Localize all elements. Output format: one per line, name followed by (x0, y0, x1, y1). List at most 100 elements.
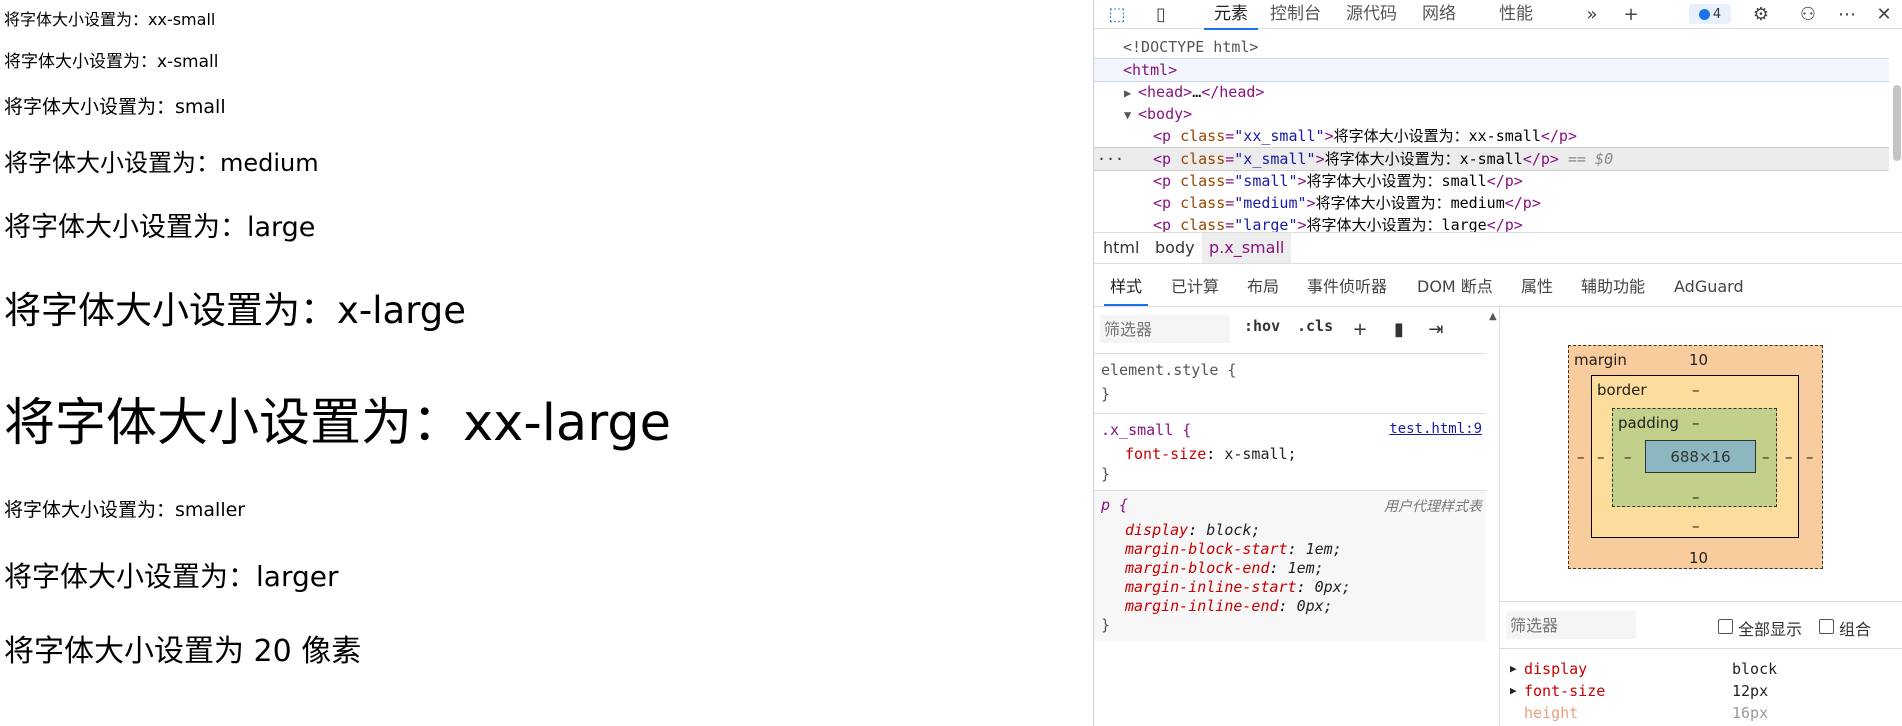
padding-bottom-value[interactable]: – (1692, 488, 1700, 506)
rule-prop-value: x-small; (1224, 445, 1297, 463)
subtab-accessibility[interactable]: 辅助功能 (1581, 270, 1645, 304)
expand-triangle-icon[interactable]: ▶ (1510, 658, 1517, 680)
rule-source-link[interactable]: test.html:9 (1389, 421, 1482, 437)
attr-value: "xx_small" (1234, 127, 1325, 145)
rule-declaration[interactable]: font-size: x-small; (1125, 445, 1297, 463)
head-close-tag: </head> (1201, 83, 1265, 101)
breadcrumb-body[interactable]: body (1148, 233, 1202, 263)
margin-right-value[interactable]: – (1806, 448, 1814, 466)
border-bottom-value[interactable]: – (1692, 517, 1700, 535)
padding-right-value[interactable]: – (1762, 448, 1770, 466)
preview-line-larger: 将字体大小设置为：larger (4, 560, 339, 593)
scroll-up-arrow-icon[interactable]: ▲ (1489, 311, 1497, 322)
computed-prop-row[interactable]: ▶ font-size 12px (1510, 680, 1890, 702)
border-top-value[interactable]: – (1692, 381, 1700, 399)
node-text: 将字体大小设置为：small (1306, 172, 1487, 190)
element-style-selector[interactable]: element.style { (1101, 361, 1236, 379)
computed-pane: 688×16 margin 10 10 – – border – – – – p… (1500, 307, 1902, 726)
tab-network[interactable]: 网络 (1422, 2, 1456, 28)
node-text: 将字体大小设置为：xx-small (1333, 127, 1541, 145)
issues-count: 4 (1712, 6, 1722, 22)
styles-filter-input[interactable] (1100, 315, 1230, 343)
padding-left-value[interactable]: – (1624, 448, 1632, 466)
subtab-styles[interactable]: 样式 (1104, 270, 1149, 306)
computed-prop-name: height (1524, 704, 1579, 722)
toggle-sidebar-icon[interactable]: ⇥ (1424, 317, 1448, 341)
more-options-icon[interactable]: ⋯ (1836, 3, 1858, 25)
dom-p-row-selected[interactable]: ··· <p class="x_small">将字体大小设置为：x-small<… (1094, 147, 1889, 171)
computed-prop-row[interactable]: height 16px (1510, 702, 1890, 724)
tab-sources[interactable]: 源代码 (1346, 2, 1397, 28)
preview-line-xx-large: 将字体大小设置为：xx-large (4, 394, 672, 453)
border-right-value[interactable]: – (1785, 448, 1793, 466)
computed-prop-value: 12px (1732, 682, 1769, 700)
tab-elements[interactable]: 元素 (1204, 2, 1258, 30)
inspect-element-icon[interactable]: ⬚ (1106, 3, 1128, 25)
dom-p-row[interactable]: <p class="xx_small">将字体大小设置为：xx-small</p… (1094, 125, 1889, 147)
collapse-triangle-icon[interactable]: ▼ (1124, 104, 1138, 126)
close-devtools-icon[interactable]: ✕ (1873, 3, 1895, 25)
hov-button[interactable]: :hov (1244, 317, 1280, 335)
attr-value: "x_small" (1234, 150, 1316, 168)
rule-close-brace: } (1101, 616, 1111, 634)
expand-triangle-icon[interactable]: ▶ (1510, 680, 1517, 702)
new-rule-icon[interactable]: + (1348, 317, 1372, 341)
tab-console[interactable]: 控制台 (1270, 2, 1321, 28)
dom-tree: <!DOCTYPE html> <html> ▶ <head>…</head> ▼… (1094, 31, 1902, 232)
settings-gear-icon[interactable]: ⚙ (1750, 3, 1772, 25)
ua-label: 用户代理样式表 (1384, 499, 1482, 515)
preview-line-large: 将字体大小设置为：large (4, 212, 316, 243)
gutter-dots: ··· (1097, 150, 1125, 168)
computed-filter-input[interactable] (1506, 611, 1636, 639)
preview-line-smaller: 将字体大小设置为：smaller (4, 499, 246, 521)
dom-head-node[interactable]: ▶ <head>…</head> (1094, 81, 1889, 103)
cls-button[interactable]: .cls (1297, 317, 1333, 335)
computed-filter-bar: 全部显示 组合 (1500, 601, 1902, 649)
preview-line-xx-small: 将字体大小设置为：xx-small (4, 10, 216, 29)
margin-bottom-value[interactable]: 10 (1689, 549, 1708, 567)
paint-brush-icon[interactable]: ▮ (1387, 317, 1411, 341)
breadcrumb-p-x-small[interactable]: p.x_small (1202, 233, 1292, 263)
dom-p-row[interactable]: <p class="medium">将字体大小设置为：medium</p> (1094, 192, 1889, 214)
issues-badge[interactable]: 4 (1689, 4, 1731, 24)
padding-top-value[interactable]: – (1692, 414, 1700, 432)
subtab-adguard[interactable]: AdGuard (1674, 270, 1744, 304)
subtab-properties[interactable]: 属性 (1521, 270, 1553, 304)
tab-performance[interactable]: 性能 (1499, 2, 1533, 28)
selected-marker: == $0 (1567, 150, 1614, 168)
more-tabs-icon[interactable]: » (1581, 3, 1603, 25)
ua-declaration: display: block; (1125, 521, 1261, 539)
box-model-content[interactable]: 688×16 (1645, 440, 1756, 473)
dom-p-row[interactable]: <p class="large">将字体大小设置为：large</p> (1094, 214, 1889, 232)
breadcrumb-html[interactable]: html (1096, 233, 1146, 263)
rule-selector[interactable]: .x_small { (1101, 421, 1191, 439)
html-tag: <html> (1123, 61, 1178, 79)
dom-doctype[interactable]: <!DOCTYPE html> (1094, 36, 1889, 58)
issues-icon (1698, 8, 1710, 20)
subtab-dom-breakpoints[interactable]: DOM 断点 (1417, 270, 1493, 304)
dom-scrollbar[interactable] (1893, 85, 1901, 161)
subtab-event-listeners[interactable]: 事件侦听器 (1307, 270, 1387, 304)
subtab-layout[interactable]: 布局 (1247, 270, 1279, 304)
attr-value: "small" (1234, 172, 1298, 190)
page-preview: 将字体大小设置为：xx-small 将字体大小设置为：x-small 将字体大小… (0, 0, 1093, 726)
margin-left-value[interactable]: – (1577, 448, 1585, 466)
group-label: 组合 (1839, 620, 1872, 639)
styles-subtabs: 样式 已计算 布局 事件侦听器 DOM 断点 属性 辅助功能 AdGuard (1094, 270, 1902, 307)
computed-prop-row[interactable]: ▶ display block (1510, 658, 1890, 680)
margin-top-value[interactable]: 10 (1689, 351, 1708, 369)
dom-body-node[interactable]: ▼ <body> (1094, 103, 1889, 125)
border-left-value[interactable]: – (1597, 448, 1605, 466)
expand-triangle-icon[interactable]: ▶ (1124, 82, 1138, 104)
customize-icon[interactable]: ⚇ (1797, 3, 1819, 25)
device-toolbar-icon[interactable]: ▯ (1150, 3, 1172, 25)
add-tab-icon[interactable]: + (1620, 3, 1642, 25)
element-style-rule: element.style { } (1094, 353, 1486, 414)
group-checkbox[interactable] (1819, 619, 1834, 634)
show-all-checkbox[interactable] (1718, 619, 1733, 634)
dom-html-node[interactable]: <html> (1094, 58, 1889, 82)
margin-label: margin (1574, 351, 1627, 369)
dom-p-row[interactable]: <p class="small">将字体大小设置为：small</p> (1094, 170, 1889, 192)
head-open-tag: <head> (1138, 83, 1193, 101)
subtab-computed[interactable]: 已计算 (1171, 270, 1219, 304)
